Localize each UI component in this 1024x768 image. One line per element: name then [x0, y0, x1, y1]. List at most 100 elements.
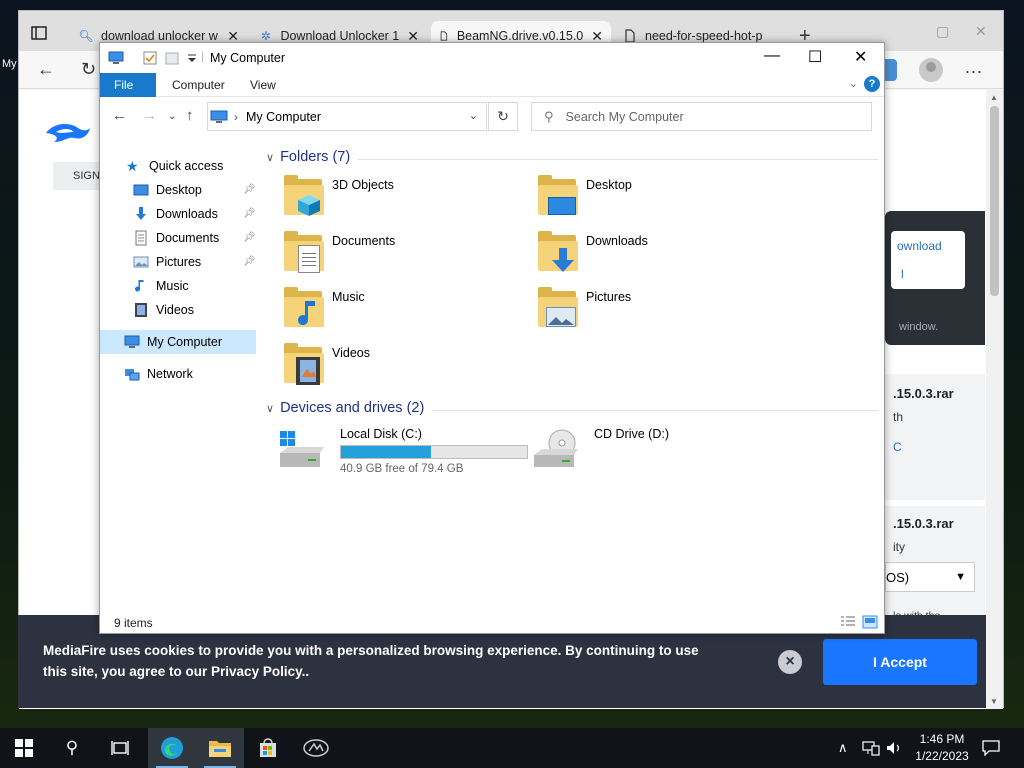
task-view-icon[interactable]: [96, 728, 144, 768]
scroll-up-icon[interactable]: ▲: [990, 93, 998, 102]
nav-documents[interactable]: Documents: [133, 226, 219, 250]
window-title: My Computer: [210, 51, 286, 65]
profile-avatar[interactable]: [919, 58, 943, 82]
page-scrollbar[interactable]: ▲ ▼: [986, 90, 1003, 709]
folder-item[interactable]: 3D Objects: [262, 175, 502, 227]
panel-footer: window.: [899, 321, 939, 333]
minimize-icon[interactable]: —: [764, 47, 780, 65]
start-button[interactable]: [0, 728, 48, 768]
expand-ribbon-icon[interactable]: ⌄: [849, 77, 858, 90]
search-input[interactable]: ⚲ Search My Computer: [531, 102, 872, 131]
nav-downloads[interactable]: Downloads: [133, 202, 218, 226]
edge-taskbar-button[interactable]: [148, 728, 196, 768]
folder-item[interactable]: Desktop: [516, 175, 756, 227]
details-view-icon[interactable]: [840, 615, 856, 629]
pin-icon[interactable]: 📌︎: [243, 256, 256, 267]
scrollbar-thumb[interactable]: [990, 106, 999, 296]
network-tray-icon[interactable]: [862, 728, 880, 768]
folder-item[interactable]: Music: [262, 287, 502, 339]
folder-item[interactable]: Videos: [262, 343, 502, 395]
folder-name: Desktop: [586, 178, 632, 192]
ribbon: File Computer View ⌄ ?: [100, 73, 884, 97]
file-card: .15.0.3.rar th C: [885, 374, 985, 500]
breadcrumb-chevron-icon[interactable]: ›: [234, 110, 238, 124]
notifications-icon[interactable]: [982, 728, 1000, 768]
breadcrumb[interactable]: My Computer: [246, 110, 321, 124]
pictures-icon: [133, 256, 149, 268]
search-icon: 🔍︎: [78, 29, 94, 43]
drive-item-d[interactable]: CD Drive (D:): [532, 427, 732, 483]
edge-icon: [161, 737, 183, 759]
drive-item-c[interactable]: Local Disk (C:) 40.9 GB free of 79.4 GB: [278, 427, 538, 483]
folder-name: Music: [332, 290, 365, 304]
nav-desktop[interactable]: Desktop: [133, 178, 202, 202]
downloads-folder-icon: [536, 231, 580, 275]
search-icon[interactable]: ⚲: [48, 728, 96, 768]
download-link[interactable]: ownload: [897, 239, 942, 253]
nav-network[interactable]: Network: [124, 362, 193, 386]
volume-icon[interactable]: [886, 728, 902, 768]
folder-item[interactable]: Documents: [262, 231, 502, 283]
pictures-folder-icon: [536, 287, 580, 331]
customize-toolbar-icon[interactable]: [184, 50, 200, 66]
chevron-down-icon[interactable]: ⌄: [469, 109, 478, 122]
folder-item[interactable]: Downloads: [516, 231, 756, 283]
file-explorer-taskbar-button[interactable]: [196, 728, 244, 768]
tab-view[interactable]: View: [236, 73, 290, 97]
new-folder-icon[interactable]: [164, 50, 180, 66]
show-hidden-icons[interactable]: ∧: [838, 728, 848, 768]
recent-locations-icon[interactable]: ⌄: [168, 111, 176, 122]
cd-drive-icon: [534, 429, 578, 467]
accept-cookies-button[interactable]: I Accept: [823, 639, 977, 685]
close-icon[interactable]: ✕: [975, 23, 987, 40]
refresh-icon[interactable]: ↻: [81, 59, 96, 80]
back-icon[interactable]: ←: [37, 59, 55, 80]
computer-icon: [210, 110, 228, 123]
nav-label: Desktop: [156, 183, 202, 197]
os-select[interactable]: OS) ▼: [885, 562, 975, 592]
address-box[interactable]: › My Computer ⌄: [207, 102, 487, 131]
desktop-folder-icon: [536, 175, 580, 219]
music-folder-icon: [282, 287, 326, 331]
scroll-down-icon[interactable]: ▼: [990, 697, 998, 706]
help-icon[interactable]: ?: [864, 76, 880, 92]
cookie-close-button[interactable]: ×: [778, 650, 802, 674]
nav-pictures[interactable]: Pictures: [133, 250, 201, 274]
content-pane: ∨ Folders (7) 3D Objects Desktop Documen…: [262, 143, 882, 613]
group-header-folders[interactable]: ∨ Folders (7): [266, 149, 350, 165]
refresh-icon[interactable]: ↻: [488, 102, 518, 131]
nav-music[interactable]: Music: [133, 274, 189, 298]
pin-icon[interactable]: 📌︎: [243, 232, 256, 243]
restore-icon[interactable]: ▢: [936, 23, 949, 40]
chevron-down-icon: ∨: [266, 151, 275, 164]
tab-title: Download Unlocker 1: [280, 29, 400, 43]
properties-icon[interactable]: [142, 50, 158, 66]
group-header-devices[interactable]: ∨ Devices and drives (2): [266, 400, 424, 416]
tab-file[interactable]: File: [100, 73, 156, 97]
more-menu-icon[interactable]: ...: [965, 57, 983, 78]
tab-actions-icon[interactable]: [29, 24, 49, 42]
up-icon[interactable]: ↑: [186, 107, 194, 124]
item-count: 9 items: [114, 616, 153, 630]
back-icon[interactable]: ←: [112, 107, 127, 124]
store-taskbar-button[interactable]: [244, 728, 292, 768]
nav-label: Network: [147, 367, 193, 381]
nav-quick-access[interactable]: ★ Quick access: [126, 154, 223, 178]
system-clock[interactable]: 1:46 PM 1/22/2023: [912, 731, 972, 765]
nav-my-computer[interactable]: My Computer: [100, 330, 256, 354]
nav-videos[interactable]: Videos: [133, 298, 194, 322]
close-icon[interactable]: ✕: [854, 47, 867, 67]
pin-icon[interactable]: 📌︎: [243, 208, 256, 219]
app-taskbar-button[interactable]: [292, 728, 340, 768]
folder-name: Pictures: [586, 290, 632, 304]
taskbar: ⚲ ∧ 1:46 PM 1/22/2023: [0, 728, 1024, 768]
group-title: Folders (7): [280, 149, 351, 165]
tiles-view-icon[interactable]: [862, 615, 878, 629]
maximize-icon[interactable]: ☐: [808, 47, 822, 67]
file-link[interactable]: C: [893, 440, 902, 454]
panel-link[interactable]: l: [901, 267, 904, 281]
forward-icon[interactable]: →: [142, 107, 157, 124]
folder-item[interactable]: Pictures: [516, 287, 756, 339]
tab-computer[interactable]: Computer: [158, 73, 239, 97]
pin-icon[interactable]: 📌︎: [243, 184, 256, 195]
